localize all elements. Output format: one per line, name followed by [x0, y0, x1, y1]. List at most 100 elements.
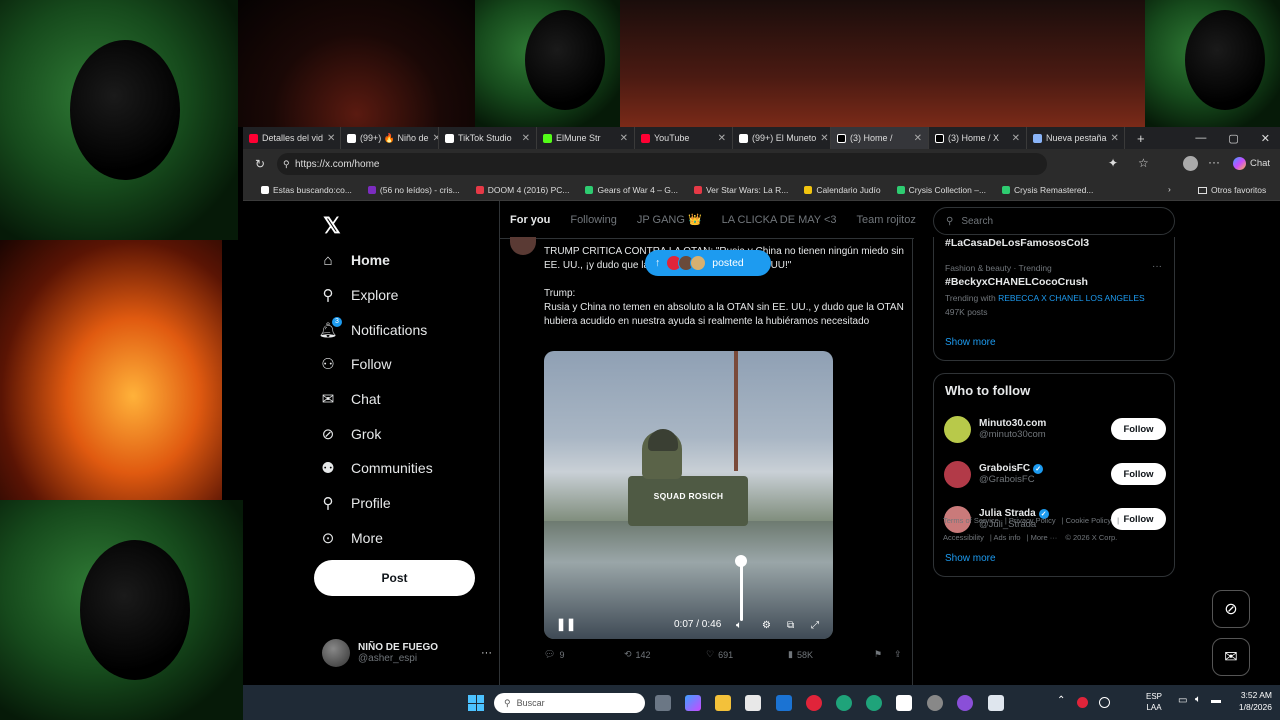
views-button[interactable]: ▮ 58K	[788, 649, 874, 660]
bookmark-item[interactable]: DOOM 4 (2016) PC...	[475, 185, 569, 195]
like-button[interactable]: ♡ 691	[706, 649, 788, 660]
windows-start-icon[interactable]	[468, 695, 484, 711]
show-more-link[interactable]: Show more	[945, 337, 996, 348]
maximize-icon[interactable]: ▢	[1228, 132, 1238, 145]
nav-communities[interactable]: ⚉ Communities	[319, 451, 499, 486]
account-switcher[interactable]: NIÑO DE FUEGO @asher_espi ···	[322, 639, 492, 667]
nav-follow[interactable]: ⚇ Follow	[319, 347, 499, 382]
site-info-icon[interactable]: ⚲	[283, 159, 290, 170]
nav-more[interactable]: ⊙ More	[319, 521, 499, 556]
follow-suggestion[interactable]: Minuto30.com @minuto30com Follow	[944, 412, 1166, 446]
battery-icon[interactable]: ▬	[1211, 695, 1221, 706]
bookmark-item[interactable]: Ver Star Wars: La R...	[693, 185, 788, 195]
favorites-icon[interactable]: ☆	[1138, 156, 1149, 170]
browser-tab[interactable]: (99+) 🔥 Niño de✕	[341, 127, 439, 149]
show-more-link[interactable]: Show more	[945, 553, 996, 564]
bookmark-item[interactable]: Crysis Collection –...	[896, 185, 986, 195]
reply-button[interactable]: 💬︎ 9	[544, 649, 624, 660]
follow-button[interactable]: Follow	[1111, 463, 1166, 485]
bookmark-item[interactable]: Gears of War 4 – G...	[585, 185, 678, 195]
tab-team-rojitoz[interactable]: Team rojitoz	[847, 214, 926, 226]
tray-icon[interactable]	[1077, 697, 1088, 708]
browser-tab[interactable]: YouTube ✕	[635, 127, 733, 149]
close-icon[interactable]: ✕	[718, 133, 726, 144]
close-icon[interactable]: ✕	[327, 133, 335, 144]
grok-float-button[interactable]: ⊘	[1212, 590, 1250, 628]
edge-icon[interactable]	[836, 695, 852, 711]
settings-icon[interactable]: ⚙	[762, 620, 771, 631]
volume-icon[interactable]: 🔈︎	[1195, 694, 1201, 705]
pip-icon[interactable]: ⧉	[787, 620, 794, 631]
tab-for-you[interactable]: For you	[500, 214, 560, 226]
browser-tab[interactable]: Detalles del vid ✕	[243, 127, 341, 149]
opera-icon[interactable]	[806, 695, 822, 711]
copilot-chat-button[interactable]: Chat	[1233, 157, 1270, 170]
nav-chat[interactable]: ✉ Chat	[319, 382, 499, 417]
browser-tab[interactable]: TikTok Studio ✕	[439, 127, 537, 149]
capcut-icon[interactable]	[896, 695, 912, 711]
tray-icon[interactable]	[1099, 697, 1110, 708]
more-dots-icon[interactable]: ···	[481, 647, 492, 659]
tweet-avatar[interactable]	[510, 237, 536, 255]
volume-handle[interactable]	[735, 555, 747, 567]
tab-jp-gang[interactable]: JP GANG 👑	[627, 213, 712, 226]
browser-tab[interactable]: Nueva pestaña ✕	[1027, 127, 1125, 149]
app-icon[interactable]	[927, 695, 943, 711]
chevron-up-icon[interactable]: ⌃	[1057, 695, 1065, 706]
browser-tab[interactable]: (99+) El Muneto ✕	[733, 127, 831, 149]
profile-avatar[interactable]	[1183, 156, 1198, 171]
nav-profile[interactable]: ⚲ Profile	[319, 486, 499, 521]
footer-link[interactable]: Cookie Policy	[1066, 516, 1111, 525]
nav-home[interactable]: ⌂ Home	[319, 243, 499, 278]
close-icon[interactable]: ✕	[914, 133, 922, 144]
app-icon[interactable]	[957, 695, 973, 711]
footer-link[interactable]: Privacy Policy	[1009, 516, 1056, 525]
more-dots-icon[interactable]: ···	[1152, 261, 1162, 272]
nav-explore[interactable]: ⚲ Explore	[319, 278, 499, 313]
edge-icon[interactable]	[866, 695, 882, 711]
footer-link[interactable]: Terms of Service	[943, 516, 999, 525]
share-icon[interactable]: ⇪	[894, 649, 902, 660]
outlook-icon[interactable]	[776, 695, 792, 711]
trend-name[interactable]: #LaCasaDeLosFamososCol3	[945, 237, 1089, 249]
nav-notifications[interactable]: 🔔︎ 3 Notifications	[318, 312, 499, 347]
bookmark-icon[interactable]: ⚑	[874, 649, 894, 660]
bookmark-item[interactable]: Crysis Remastered...	[1002, 185, 1093, 195]
network-icon[interactable]: ▭	[1178, 695, 1187, 706]
close-icon[interactable]: ✕	[1111, 133, 1119, 144]
browser-tab[interactable]: (3) Home / X ✕	[929, 127, 1027, 149]
task-view-icon[interactable]	[655, 695, 671, 711]
new-posts-pill[interactable]: ↑ posted	[645, 250, 771, 276]
nav-grok[interactable]: ⊘ Grok	[319, 416, 499, 451]
close-window-icon[interactable]: ✕	[1261, 132, 1270, 145]
close-icon[interactable]: ✕	[820, 133, 828, 144]
repost-button[interactable]: ⟲ 142	[624, 649, 706, 660]
app-icon[interactable]	[988, 695, 1004, 711]
extensions-icon[interactable]: ✦	[1108, 156, 1118, 170]
new-tab-button[interactable]: +	[1137, 131, 1145, 146]
chevron-right-icon[interactable]: ›	[1168, 184, 1171, 194]
search-input[interactable]: ⚲ Search	[933, 207, 1175, 235]
tab-following[interactable]: Following	[560, 214, 626, 226]
bookmark-item[interactable]: Calendario Judío	[804, 185, 881, 195]
follow-suggestion[interactable]: GraboisFC ✓ @GraboisFC Follow	[944, 457, 1166, 491]
store-icon[interactable]	[745, 695, 761, 711]
close-icon[interactable]: ✕	[1012, 133, 1020, 144]
clock[interactable]: 3:52 AM 1/8/2026	[1239, 689, 1272, 713]
minimize-icon[interactable]: —	[1195, 132, 1206, 144]
browser-tab-active[interactable]: (3) Home / ✕	[831, 127, 929, 149]
fullscreen-icon[interactable]: ⤢	[811, 620, 819, 631]
chat-float-button[interactable]: ✉	[1212, 638, 1250, 676]
browser-tab[interactable]: ElMune Str ✕	[537, 127, 635, 149]
footer-link[interactable]: More ···	[1031, 533, 1058, 542]
copilot-icon[interactable]	[685, 695, 701, 711]
trend-name[interactable]: #BeckyxCHANELCocoCrush	[945, 276, 1088, 288]
footer-link[interactable]: Accessibility	[943, 533, 984, 542]
file-explorer-icon[interactable]	[715, 695, 731, 711]
bookmark-item[interactable]: (56 no leídos) - cris...	[367, 185, 460, 195]
other-bookmarks[interactable]: Otros favoritos	[1198, 185, 1266, 195]
close-icon[interactable]: ✕	[522, 133, 530, 144]
x-logo-icon[interactable]: 𝕏	[323, 213, 341, 239]
post-button[interactable]: Post	[314, 560, 475, 596]
url-field[interactable]: ⚲ https://x.com/home	[277, 153, 1047, 175]
